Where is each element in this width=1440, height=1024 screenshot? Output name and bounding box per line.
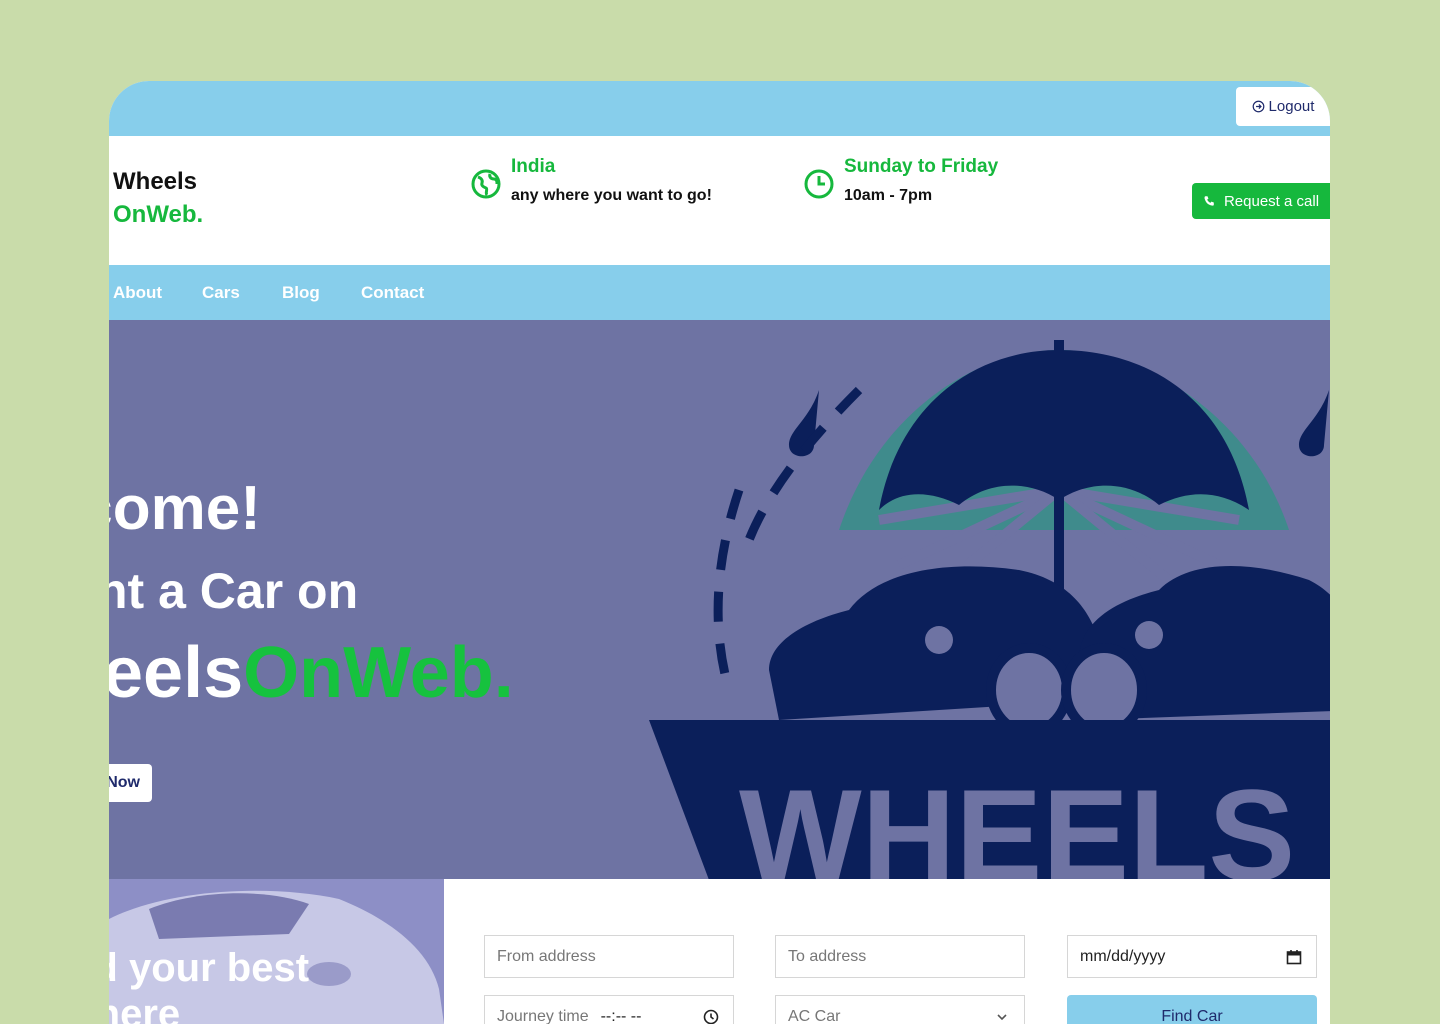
calendar-icon[interactable] bbox=[1286, 949, 1302, 965]
hero-cta-button[interactable]: Now bbox=[109, 764, 152, 802]
hero-brand-green: OnWeb. bbox=[243, 633, 514, 713]
hours-title: Sunday to Friday bbox=[844, 156, 999, 177]
top-bar: Logout bbox=[109, 81, 1330, 136]
location-title: India bbox=[511, 156, 556, 177]
location-info: India any where you want to go! bbox=[470, 154, 750, 214]
nav-item-cars[interactable]: Cars bbox=[202, 283, 240, 303]
hero-banner: WHEELS lcome! nt a Car on heelsOnWeb. No… bbox=[109, 320, 1330, 879]
brand-accent[interactable]: OnWeb. bbox=[113, 201, 203, 229]
car-type-select[interactable]: AC Car bbox=[775, 995, 1025, 1024]
car-type-value: AC Car bbox=[788, 1007, 841, 1024]
nav-item-blog[interactable]: Blog bbox=[282, 283, 320, 303]
logout-button[interactable]: Logout bbox=[1236, 87, 1330, 126]
find-car-button[interactable]: Find Car bbox=[1067, 995, 1317, 1024]
from-address-input[interactable]: From address bbox=[484, 935, 734, 978]
hero-brand-heading: heelsOnWeb. bbox=[109, 632, 514, 714]
chevron-down-icon bbox=[997, 1014, 1007, 1021]
hero-welcome: lcome! bbox=[109, 474, 261, 543]
brand-name[interactable]: Wheels bbox=[113, 168, 197, 196]
device-frame: Logout Wheels OnWeb. India any where you… bbox=[0, 0, 1440, 1024]
logout-icon bbox=[1252, 100, 1264, 113]
request-call-button[interactable]: Request a call bbox=[1192, 183, 1330, 219]
nav-item-about[interactable]: About bbox=[113, 283, 162, 303]
journey-time-label: Journey time bbox=[497, 1007, 589, 1024]
logo-wordmark: WHEELS bbox=[739, 762, 1295, 879]
promo-line-2: r here bbox=[109, 992, 181, 1024]
car-promo-image: nd your best r here bbox=[109, 879, 444, 1024]
wheels-logo-image: WHEELS bbox=[649, 340, 1330, 879]
date-input[interactable]: mm/dd/yyyy bbox=[1067, 935, 1317, 978]
main-nav: About Cars Blog Contact bbox=[109, 265, 1330, 320]
site-header: Wheels OnWeb. India any where you want t… bbox=[109, 136, 1330, 265]
to-address-input[interactable]: To address bbox=[775, 935, 1025, 978]
journey-time-input[interactable]: Journey time --:-- -- bbox=[484, 995, 734, 1024]
request-call-label: Request a call bbox=[1223, 192, 1320, 210]
clock-icon bbox=[804, 169, 834, 199]
journey-time-value: --:-- -- bbox=[600, 1007, 642, 1024]
logout-label: Logout bbox=[1268, 98, 1315, 115]
clock-icon[interactable] bbox=[703, 1009, 719, 1024]
browser-viewport: Logout Wheels OnWeb. India any where you… bbox=[109, 81, 1330, 1024]
date-value: mm/dd/yyyy bbox=[1080, 947, 1166, 965]
location-subtitle: any where you want to go! bbox=[511, 187, 712, 204]
promo-heading: nd your best r here bbox=[109, 945, 309, 1024]
hero-subheading: nt a Car on bbox=[109, 563, 359, 619]
hours-info: Sunday to Friday 10am - 7pm bbox=[803, 154, 1083, 214]
hero-brand-white: heels bbox=[109, 633, 244, 713]
phone-icon bbox=[1204, 195, 1214, 206]
search-section: nd your best r here From address To addr… bbox=[109, 879, 1330, 1024]
nav-item-contact[interactable]: Contact bbox=[361, 283, 424, 303]
globe-icon bbox=[471, 169, 501, 199]
hours-subtitle: 10am - 7pm bbox=[844, 187, 933, 204]
promo-line-1: nd your best bbox=[109, 946, 310, 990]
